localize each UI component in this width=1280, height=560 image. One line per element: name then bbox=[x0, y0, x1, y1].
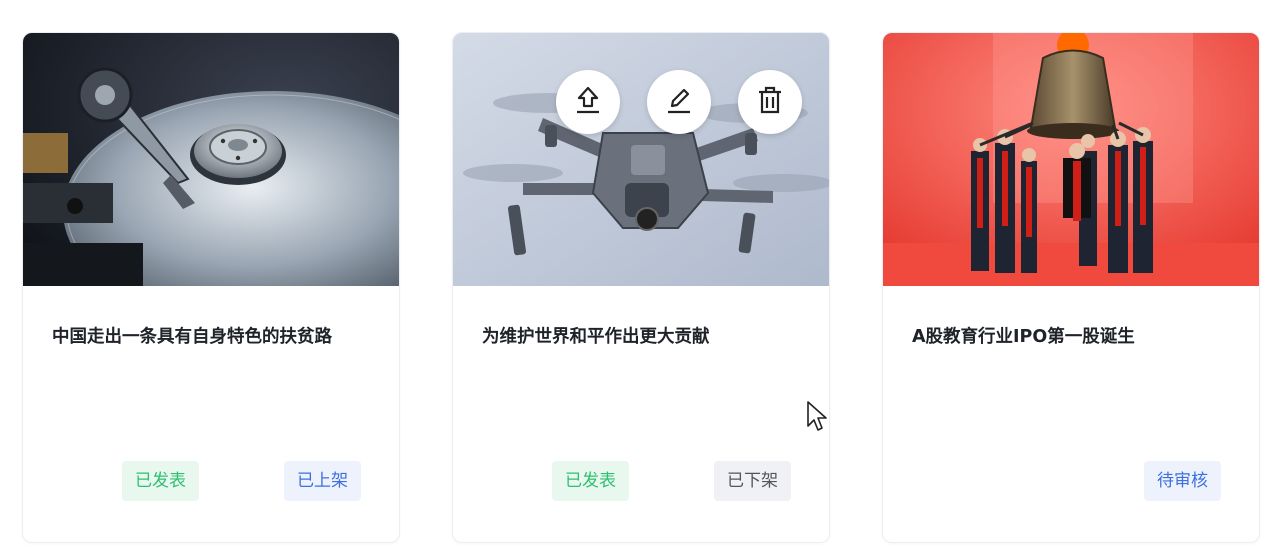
delete-icon bbox=[755, 84, 785, 120]
card-title[interactable]: A股教育行业IPO第一股诞生 bbox=[912, 323, 1237, 351]
article-card[interactable]: 中国走出一条具有自身特色的扶贫路 已发表 已上架 bbox=[22, 32, 400, 543]
mouse-pointer-icon bbox=[806, 400, 828, 434]
delete-button[interactable] bbox=[738, 70, 802, 134]
card-title[interactable]: 中国走出一条具有自身特色的扶贫路 bbox=[52, 323, 377, 351]
article-card[interactable]: A股教育行业IPO第一股诞生 待审核 bbox=[882, 32, 1260, 543]
upload-button[interactable] bbox=[556, 70, 620, 134]
status-tag-pending-review: 待审核 bbox=[1144, 461, 1221, 501]
status-tag-offline: 已下架 bbox=[714, 461, 791, 501]
status-tag-published: 已发表 bbox=[122, 461, 199, 501]
article-card[interactable]: 为维护世界和平作出更大贡献 已发表 已下架 bbox=[452, 32, 830, 543]
edit-icon bbox=[664, 84, 694, 120]
card-image-hard-disk bbox=[23, 33, 399, 286]
card-image-bell-ringing bbox=[883, 33, 1259, 286]
card-title[interactable]: 为维护世界和平作出更大贡献 bbox=[482, 323, 807, 351]
status-tag-published: 已发表 bbox=[552, 461, 629, 501]
status-tag-listed: 已上架 bbox=[284, 461, 361, 501]
edit-button[interactable] bbox=[647, 70, 711, 134]
upload-icon bbox=[573, 84, 603, 120]
